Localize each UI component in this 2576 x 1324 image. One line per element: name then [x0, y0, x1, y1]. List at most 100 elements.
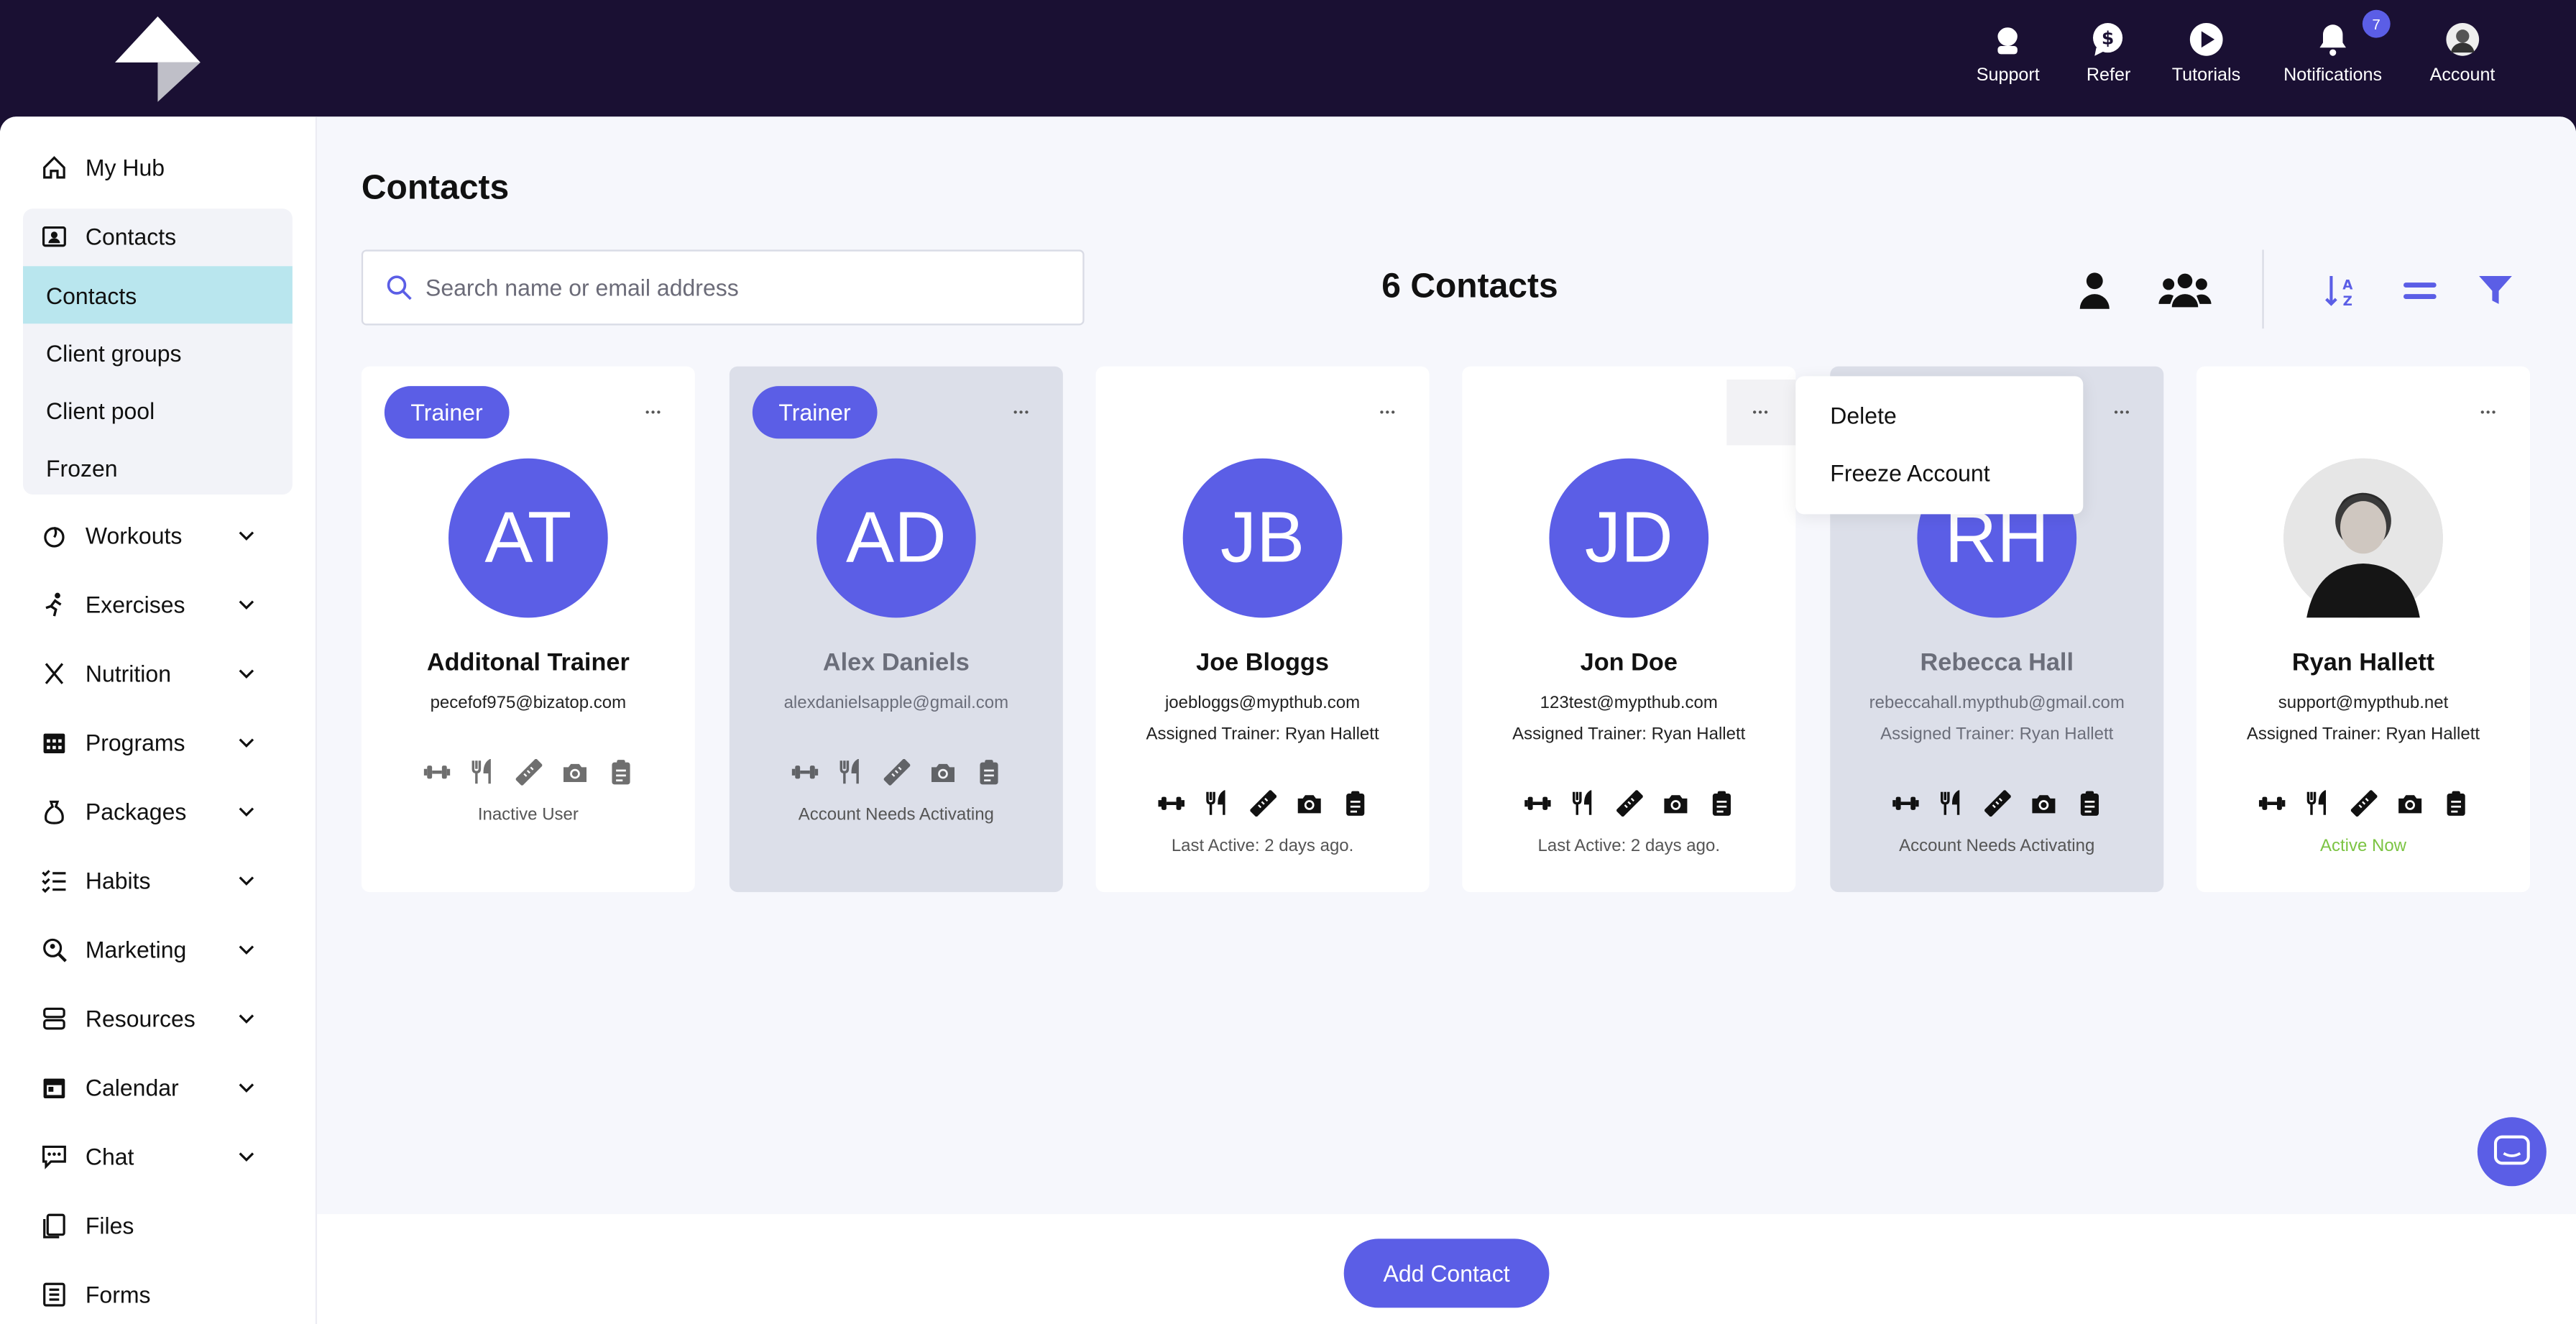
tutorials-nav[interactable]: Tutorials: [2172, 19, 2240, 86]
sidebar-item-files[interactable]: Files: [40, 1203, 270, 1249]
contact-name[interactable]: Additonal Trainer: [362, 649, 695, 677]
camera-icon[interactable]: [2396, 790, 2423, 817]
filter-button[interactable]: [2471, 268, 2521, 314]
dumbbell-icon[interactable]: [2258, 790, 2285, 817]
sidebar-item-label: Contacts: [85, 223, 177, 250]
ruler-icon[interactable]: [883, 758, 910, 786]
more-options-icon[interactable]: •••: [1368, 392, 1408, 432]
utensils-icon[interactable]: [837, 758, 864, 786]
more-options-icon[interactable]: •••: [1002, 392, 1041, 432]
utensils-icon[interactable]: [2304, 790, 2331, 817]
dumbbell-icon[interactable]: [791, 759, 818, 786]
contact-card[interactable]: ••• JB Joe Bloggs joebloggs@mypthub.com Assi…: [1095, 366, 1430, 893]
utensils-icon[interactable]: [1938, 790, 1964, 817]
camera-icon[interactable]: [1662, 790, 1688, 817]
clipboard-icon[interactable]: [1341, 790, 1368, 817]
dumbbell-icon[interactable]: [1891, 790, 1918, 817]
more-options-icon[interactable]: •••: [2103, 392, 2143, 432]
ruler-icon[interactable]: [1983, 790, 2010, 817]
ruler-icon[interactable]: [1615, 790, 1642, 817]
search-box[interactable]: [361, 249, 1085, 326]
sidebar-item-marketing[interactable]: Marketing: [40, 927, 270, 973]
more-options-icon[interactable]: •••: [1726, 379, 1796, 446]
contact-card[interactable]: Trainer ••• AD Alex Daniels alexdanielsapple…: [729, 366, 1063, 893]
more-options-icon[interactable]: •••: [2469, 392, 2508, 432]
sidebar-sub-frozen[interactable]: Frozen: [23, 438, 293, 496]
camera-icon[interactable]: [929, 759, 956, 786]
sidebar-item-forms[interactable]: Forms: [40, 1272, 270, 1318]
contact-status: Last Active: 2 days ago.: [1171, 836, 1354, 856]
users-icon: [2158, 273, 2212, 308]
dumbbell-icon[interactable]: [423, 759, 450, 786]
sidebar-item-nutrition[interactable]: Nutrition: [40, 650, 270, 697]
support-nav[interactable]: Support: [1977, 19, 2040, 86]
contact-quick-actions: [2196, 790, 2530, 817]
sidebar-item-label: Marketing: [85, 936, 187, 963]
ruler-icon[interactable]: [1249, 790, 1276, 817]
freeze-account-menu-item[interactable]: Freeze Account: [1830, 460, 1990, 487]
utensils-icon[interactable]: [1570, 790, 1596, 817]
page-title: Contacts: [361, 169, 510, 207]
add-contact-button[interactable]: Add Contact: [1343, 1238, 1550, 1308]
camera-icon[interactable]: [561, 759, 588, 786]
camera-icon[interactable]: [1295, 790, 1322, 817]
sidebar: My Hub Contacts Contacts Client groups C…: [0, 116, 318, 1324]
list-view-button[interactable]: [2396, 268, 2445, 314]
sidebar-item-exercises[interactable]: Exercises: [40, 581, 270, 627]
sidebar-item-workouts[interactable]: Workouts: [40, 512, 270, 558]
more-options-icon[interactable]: •••: [634, 392, 673, 432]
refer-nav[interactable]: $ Refer: [2087, 19, 2130, 86]
contact-card[interactable]: ••• Ryan Hallett support@mypthub.net Assign…: [2196, 366, 2530, 893]
contact-name[interactable]: Jon Doe: [1462, 649, 1795, 677]
contacts-count: 6 Contacts: [1381, 267, 1558, 306]
account-nav[interactable]: Account: [2430, 19, 2495, 86]
money-bag-icon: [40, 797, 69, 827]
card-actions-menu: Delete Freeze Account: [1795, 376, 2084, 515]
sidebar-sub-contacts[interactable]: Contacts: [22, 266, 293, 324]
logo-icon[interactable]: [111, 13, 207, 105]
single-person-view-button[interactable]: [2070, 268, 2120, 314]
sidebar-item-chat[interactable]: Chat: [40, 1134, 270, 1180]
utensils-icon[interactable]: [469, 758, 496, 786]
camera-icon[interactable]: [2030, 790, 2056, 817]
sidebar-item-calendar[interactable]: Calendar: [40, 1065, 270, 1111]
sidebar-item-contacts[interactable]: Contacts: [40, 213, 270, 259]
contact-name[interactable]: Ryan Hallett: [2196, 649, 2530, 677]
group-view-button[interactable]: [2157, 268, 2213, 314]
search-input[interactable]: [425, 274, 1050, 301]
delete-menu-item[interactable]: Delete: [1830, 403, 1896, 429]
contact-name[interactable]: Rebecca Hall: [1830, 649, 2163, 677]
clipboard-icon[interactable]: [975, 759, 1002, 786]
svg-text:Z: Z: [2343, 294, 2352, 309]
clipboard-icon[interactable]: [2442, 790, 2469, 817]
sidebar-item-habits[interactable]: Habits: [40, 858, 270, 904]
utensils-icon[interactable]: [1203, 790, 1230, 817]
contact-name[interactable]: Joe Bloggs: [1096, 649, 1430, 677]
ruler-icon[interactable]: [515, 758, 542, 786]
chevron-down-icon: [239, 669, 254, 679]
contact-email: pecefof975@bizatop.com: [430, 693, 627, 713]
contact-card[interactable]: ••• JD Jon Doe 123test@mypthub.com Assigned …: [1462, 366, 1796, 893]
clipboard-icon[interactable]: [2076, 790, 2102, 817]
sidebar-item-label: Calendar: [85, 1074, 179, 1101]
checklist-icon: [40, 866, 69, 896]
sort-button[interactable]: AZ: [2317, 268, 2366, 314]
chat-launcher-button[interactable]: [2477, 1117, 2547, 1187]
clipboard-icon[interactable]: [607, 759, 634, 786]
contact-name[interactable]: Alex Daniels: [730, 649, 1063, 677]
ruler-icon[interactable]: [2350, 790, 2377, 817]
sidebar-item-my-hub[interactable]: My Hub: [40, 144, 270, 190]
contact-avatar: AD: [816, 458, 976, 618]
dumbbell-icon[interactable]: [1523, 790, 1550, 817]
sidebar-item-resources[interactable]: Resources: [40, 996, 270, 1042]
notifications-nav[interactable]: 7 Notifications: [2283, 9, 2391, 86]
chat-bubble-icon: [2493, 1135, 2530, 1165]
sidebar-sub-client-groups[interactable]: Client groups: [23, 323, 293, 381]
dumbbell-icon[interactable]: [1157, 790, 1184, 817]
clipboard-icon[interactable]: [1708, 790, 1734, 817]
chevron-down-icon: [239, 1014, 254, 1024]
sidebar-sub-client-pool[interactable]: Client pool: [23, 381, 293, 438]
contact-card[interactable]: Trainer ••• AT Additonal Trainer pecefof975@…: [361, 366, 695, 893]
sidebar-item-programs[interactable]: Programs: [40, 720, 270, 766]
sidebar-item-packages[interactable]: Packages: [40, 789, 270, 835]
